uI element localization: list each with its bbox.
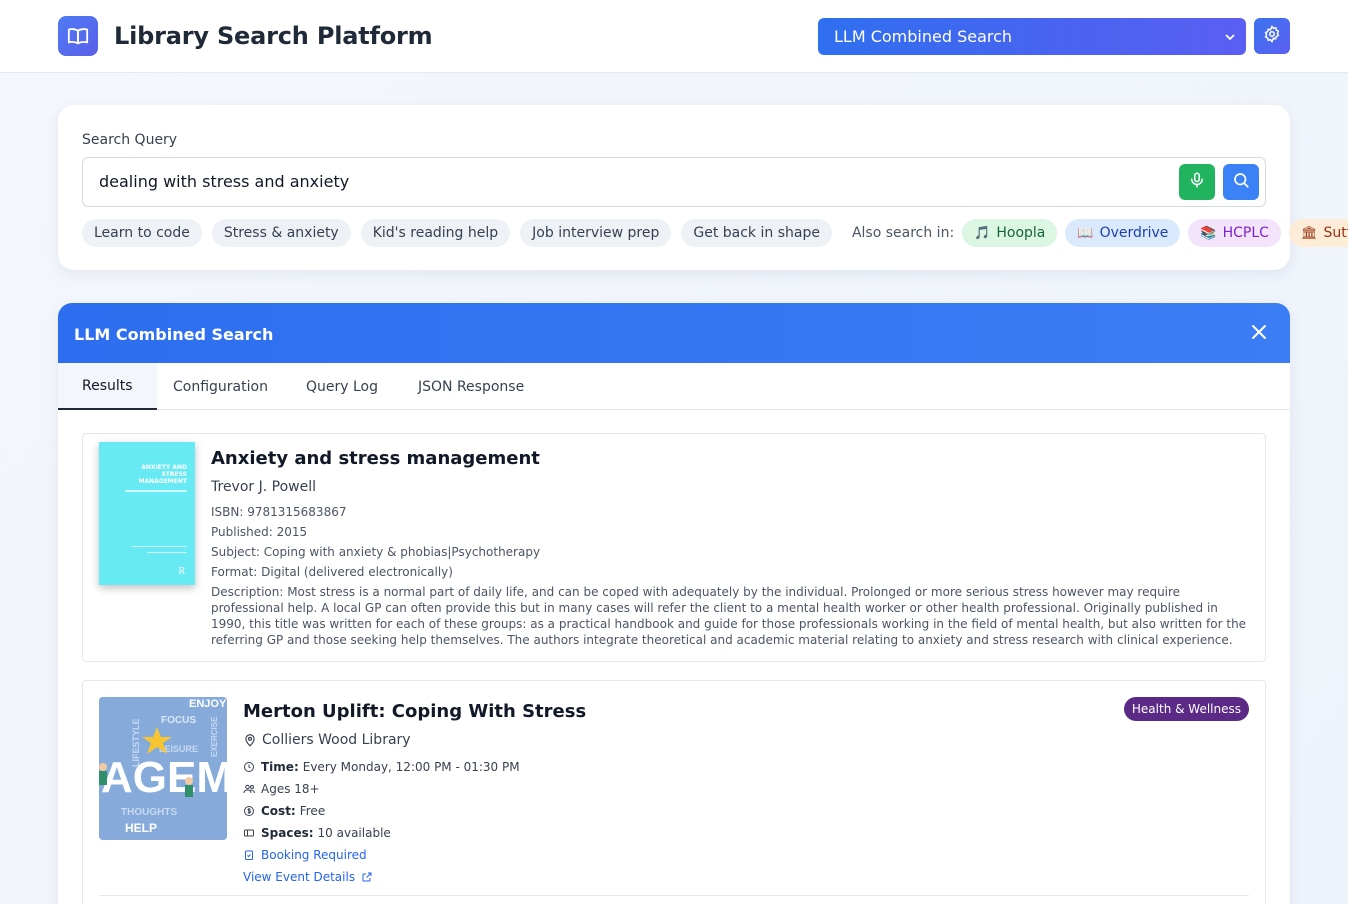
event-spaces: Spaces: 10 available [243,826,391,840]
result-format: Format: Digital (delivered electronicall… [211,565,453,579]
publisher-logo: R [178,567,185,577]
ages-value: Ages 18+ [261,782,320,796]
time-value: Every Monday, 12:00 PM - 01:30 PM [302,760,520,774]
search-mode-select[interactable]: LLM Combined Search [818,18,1246,55]
search-input[interactable]: dealing with stress and anxiety [99,172,349,191]
location-name: Colliers Wood Library [262,732,411,748]
gear-icon [1263,25,1281,47]
search-card: Search Query dealing with stress and anx… [58,105,1348,270]
suggestion-chip[interactable]: Stress & anxiety [211,219,351,247]
image-word: FOCUS [161,715,196,726]
spaces-label: Spaces: [261,826,314,840]
dollar-icon [243,805,257,817]
people-icon [243,783,257,795]
location-pin-icon [243,733,257,747]
tab-json-response[interactable]: JSON Response [418,363,524,410]
suggestion-chips: Learn to code Stress & anxiety Kid's rea… [82,219,1348,247]
source-label: Overdrive [1099,225,1169,241]
image-word: ENJOY [189,698,227,710]
time-label: Time: [261,760,299,774]
booking-required: Booking Required [243,848,367,862]
image-word: LIFESTYLE [131,718,141,767]
close-button[interactable] [1250,323,1268,345]
results-panel: LLM Combined Search Results Configuratio… [58,303,1290,904]
source-hcplc[interactable]: 📚 HCPLC [1188,219,1281,247]
clipboard-check-icon [243,849,257,861]
event-time: Time: Every Monday, 12:00 PM - 01:30 PM [243,760,520,774]
image-word: EXERCISE [210,716,219,757]
ticket-icon [243,827,257,839]
result-subject: Subject: Coping with anxiety & phobias|P… [211,545,541,559]
external-link-icon [361,871,373,883]
result-author: Trevor J. Powell [211,479,316,495]
image-word: AGEM [101,753,227,802]
search-query-label: Search Query [82,132,178,148]
book-logo-icon [58,16,98,56]
event-image-art: ENJOY FOCUS AGEM HELP THOUGHTS LIFESTYLE… [99,697,227,840]
tab-configuration[interactable]: Configuration [173,363,268,410]
source-label: Hoopla [996,225,1046,241]
event-ages: Ages 18+ [243,782,320,796]
result-published: Published: 2015 [211,525,308,539]
details-link-text: View Event Details [243,870,356,884]
cover-decoration [147,552,187,553]
category-badge: Health & Wellness [1123,697,1249,721]
microphone-icon [1188,171,1206,193]
settings-button[interactable] [1254,18,1290,54]
books-icon: 📚 [1200,225,1217,241]
event-cost: Cost: Free [243,804,325,818]
cover-decoration [131,546,187,547]
event-location: Colliers Wood Library [243,732,411,748]
result-card-event: ENJOY FOCUS AGEM HELP THOUGHTS LIFESTYLE… [82,680,1266,904]
cost-label: Cost: [261,804,296,818]
cost-value: Free [299,804,326,818]
search-mode-value: LLM Combined Search [834,27,1013,46]
search-box[interactable]: dealing with stress and anxiety [82,157,1266,207]
image-word: HELP [125,821,157,835]
voice-search-button[interactable] [1179,164,1215,200]
event-title[interactable]: Merton Uplift: Coping With Stress [243,701,586,722]
result-description: Description: Most stress is a normal par… [211,585,1247,647]
spaces-value: 10 available [317,826,391,840]
source-sutton[interactable]: 🏛 Sutton [1288,219,1348,247]
panel-title: LLM Combined Search [74,325,274,344]
tab-results[interactable]: Results [58,363,157,410]
source-label: HCPLC [1222,225,1269,241]
cover-decoration [125,490,187,492]
result-title[interactable]: Anxiety and stress management [211,448,540,469]
chevron-down-icon [1224,29,1236,48]
music-note-icon: 🎵 [974,225,991,241]
result-isbn: ISBN: 9781315683867 [211,505,347,519]
app-title: Library Search Platform [114,22,433,50]
also-search-label: Also search in: [851,225,955,241]
search-icon [1232,171,1250,193]
source-label: Sutton [1323,225,1348,241]
tab-query-log[interactable]: Query Log [306,363,378,410]
booking-text: Booking Required [261,848,367,862]
result-card-book: ANXIETY AND STRESS MANAGEMENT R Anxiety … [82,433,1266,662]
library-icon: 🏛 [1300,225,1318,241]
search-button[interactable] [1223,164,1259,200]
source-overdrive[interactable]: 📖 Overdrive [1065,219,1181,247]
suggestion-chip[interactable]: Learn to code [82,219,202,247]
suggestion-chip[interactable]: Get back in shape [681,219,832,247]
source-hoopla[interactable]: 🎵 Hoopla [962,219,1058,247]
view-event-details-link[interactable]: View Event Details [243,870,373,884]
suggestion-chip[interactable]: Kid's reading help [360,219,511,247]
divider [99,895,1249,896]
book-icon: 📖 [1077,225,1094,241]
clock-icon [243,761,257,773]
tab-bar: Results Configuration Query Log JSON Res… [58,363,1290,410]
app-header: Library Search Platform LLM Combined Sea… [0,0,1348,73]
suggestion-chip[interactable]: Job interview prep [520,219,672,247]
cover-title: ANXIETY AND STRESS MANAGEMENT [138,464,188,485]
event-image[interactable]: ENJOY FOCUS AGEM HELP THOUGHTS LIFESTYLE… [99,697,227,840]
panel-header: LLM Combined Search [58,303,1290,363]
image-word: THOUGHTS [121,807,177,818]
book-cover-image[interactable]: ANXIETY AND STRESS MANAGEMENT R [99,442,195,585]
close-icon [1250,325,1268,345]
